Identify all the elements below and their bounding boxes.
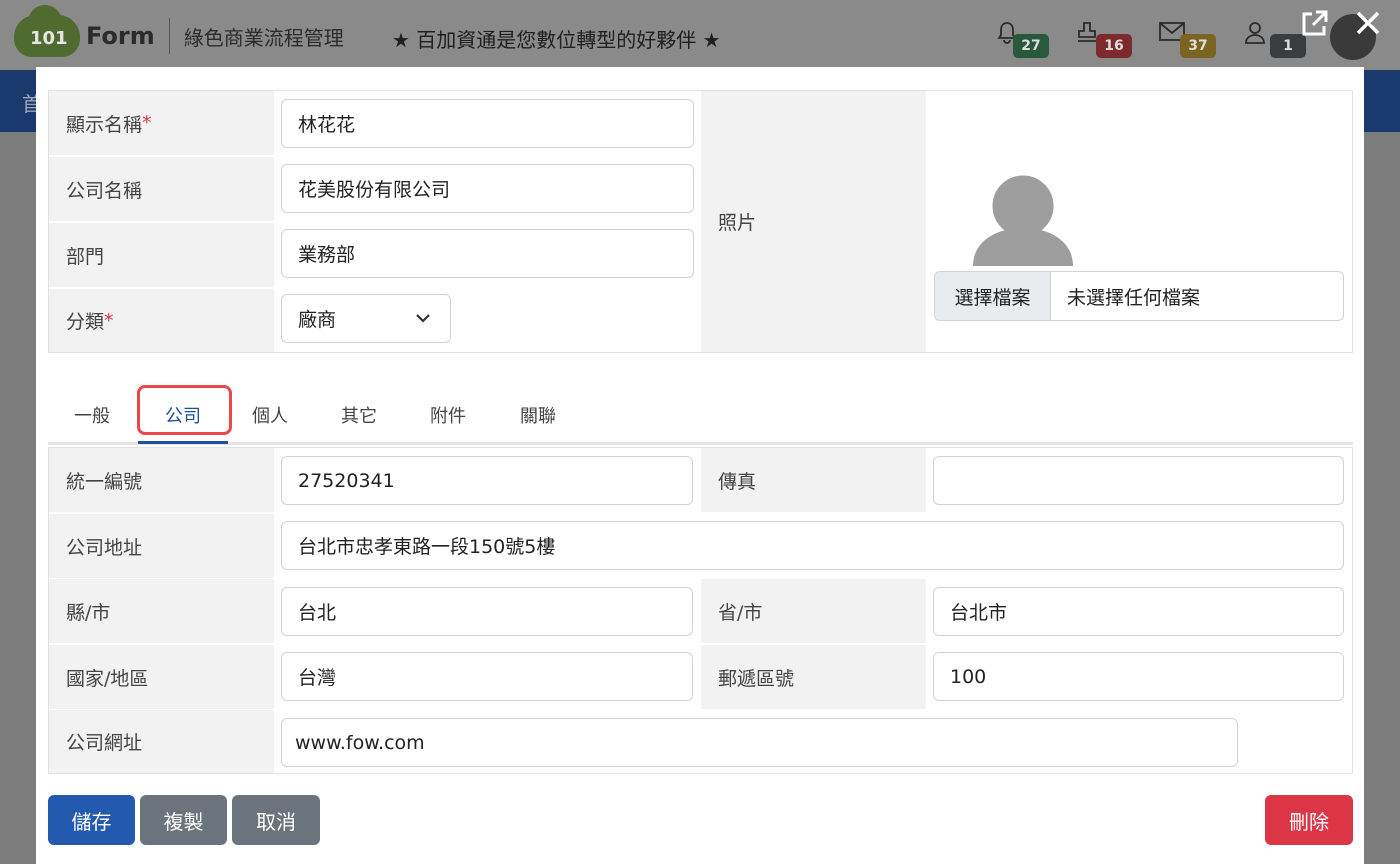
edit-contact-modal: 顯示名稱 * 公司名稱 部門 分類 * 照片 林花花 花美股份有限公司 業務部 廠商… xyxy=(36,67,1364,864)
website-label: 公司網址 xyxy=(49,710,274,773)
city-label: 縣/市 xyxy=(49,579,274,643)
fax-input[interactable] xyxy=(933,456,1344,505)
tab-personal[interactable]: 個人 xyxy=(242,397,298,437)
tab-bar: 一般 公司 個人 其它 附件 關聯 xyxy=(48,385,1353,445)
postal-code-label: 郵遞區號 xyxy=(701,645,926,709)
approvals-badge: 16 xyxy=(1096,34,1132,58)
country-input[interactable]: 台灣 xyxy=(281,652,693,701)
no-file-chosen-text: 未選擇任何檔案 xyxy=(1067,286,1201,309)
province-label: 省/市 xyxy=(701,579,926,643)
logo-text: Form xyxy=(86,22,155,50)
logo-number: 101 xyxy=(30,28,68,49)
logo-divider xyxy=(168,18,170,54)
choose-file-button[interactable]: 選擇檔案 xyxy=(935,272,1051,320)
default-avatar-icon xyxy=(973,172,1073,266)
delete-button[interactable]: 刪除 xyxy=(1265,795,1353,845)
category-selected-value: 廠商 xyxy=(298,309,337,331)
department-input[interactable]: 業務部 xyxy=(281,229,694,278)
category-select[interactable]: 廠商 xyxy=(281,294,451,343)
fax-label: 傳真 xyxy=(701,448,926,512)
tab-other[interactable]: 其它 xyxy=(331,397,387,437)
basic-info-grid: 顯示名稱 * 公司名稱 部門 分類 * 照片 林花花 花美股份有限公司 業務部 廠商… xyxy=(48,90,1353,353)
tab-attachments[interactable]: 附件 xyxy=(420,397,476,437)
tab-relations[interactable]: 關聯 xyxy=(510,397,566,437)
active-tab-underline xyxy=(138,441,228,444)
company-name-label: 公司名稱 xyxy=(49,157,274,221)
company-name-input[interactable]: 花美股份有限公司 xyxy=(281,164,694,213)
save-button[interactable]: 儲存 xyxy=(48,795,135,845)
notifications-badge: 27 xyxy=(1013,34,1049,58)
messages-badge: 37 xyxy=(1180,34,1216,58)
app-slogan: ★ 百加資通是您數位轉型的好夥伴 ★ xyxy=(392,28,721,52)
address-input[interactable]: 台北市忠孝東路一段150號5樓 xyxy=(281,521,1344,570)
app-logo[interactable]: 101 Form 綠色商業流程管理 xyxy=(14,5,344,58)
postal-code-input[interactable]: 100 xyxy=(933,652,1344,701)
open-external-icon[interactable] xyxy=(1296,8,1332,44)
user-icon[interactable] xyxy=(1242,20,1270,46)
cancel-button[interactable]: 取消 xyxy=(232,795,320,845)
tax-id-input[interactable]: 27520341 xyxy=(281,456,693,505)
file-upload-control[interactable]: 選擇檔案 未選擇任何檔案 xyxy=(934,271,1344,321)
tab-highlight-box xyxy=(137,385,232,435)
close-icon[interactable] xyxy=(1350,8,1386,44)
tax-id-label: 統一編號 xyxy=(49,448,274,512)
city-input[interactable]: 台北 xyxy=(281,587,693,636)
copy-button[interactable]: 複製 xyxy=(140,795,227,845)
country-label: 國家/地區 xyxy=(49,645,274,709)
app-subtitle: 綠色商業流程管理 xyxy=(183,25,344,50)
app-header: 101 Form 綠色商業流程管理 ★ 百加資通是您數位轉型的好夥伴 ★ 27 … xyxy=(0,0,1400,70)
display-name-label: 顯示名稱 * xyxy=(49,91,274,155)
address-label: 公司地址 xyxy=(49,514,274,578)
company-info-grid: 統一編號 公司地址 縣/市 國家/地區 公司網址 傳真 省/市 郵遞區號 275… xyxy=(48,447,1353,774)
website-input[interactable]: www.fow.com xyxy=(281,718,1238,767)
department-label: 部門 xyxy=(49,223,274,287)
display-name-input[interactable]: 林花花 xyxy=(281,99,694,148)
category-label: 分類 * xyxy=(49,289,274,352)
tab-general[interactable]: 一般 xyxy=(64,397,120,437)
province-input[interactable]: 台北市 xyxy=(933,587,1344,636)
chevron-down-icon xyxy=(416,314,430,323)
photo-label: 照片 xyxy=(701,91,926,352)
